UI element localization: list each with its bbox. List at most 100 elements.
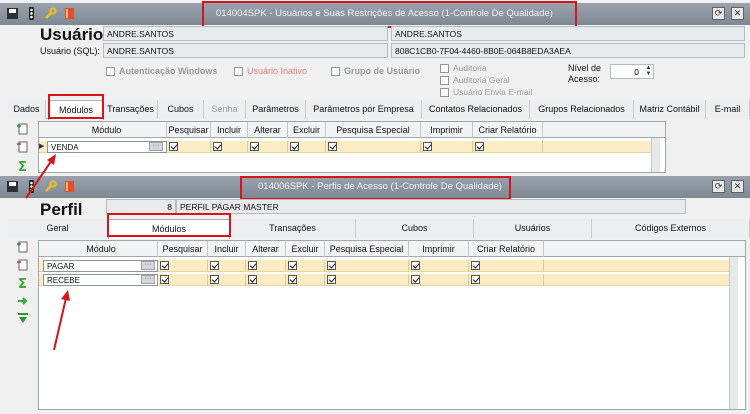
title-highlight xyxy=(202,1,577,28)
tab-contatos[interactable]: Contatos Relacionados xyxy=(422,100,530,119)
traffic-light-icon[interactable] xyxy=(25,180,38,193)
remove-row-icon[interactable] xyxy=(16,258,30,272)
col-excluir[interactable]: Excluir xyxy=(286,241,325,257)
refresh-button[interactable]: ⟳ xyxy=(712,180,725,193)
col-pesquisar[interactable]: Pesquisar xyxy=(158,241,208,257)
remove-row-icon[interactable] xyxy=(16,140,30,154)
close-button[interactable]: ✕ xyxy=(731,180,744,193)
pesquisar-checkbox[interactable] xyxy=(160,275,169,284)
excluir-checkbox[interactable] xyxy=(288,261,297,270)
tab-email[interactable]: E-mail xyxy=(706,100,750,119)
profile-id-field[interactable]: 8 xyxy=(106,199,176,214)
audit-email-option[interactable]: Usuário Envia E-mail xyxy=(440,87,532,97)
col-incluir[interactable]: Incluir xyxy=(208,241,246,257)
grid-scrollbar[interactable] xyxy=(651,138,660,172)
incluir-checkbox[interactable] xyxy=(213,142,222,151)
criar-relatorio-checkbox[interactable] xyxy=(475,142,484,151)
col-criar-relatorio[interactable]: Criar Relatório xyxy=(469,241,544,257)
pesquisa-especial-checkbox[interactable] xyxy=(328,142,337,151)
col-incluir[interactable]: Incluir xyxy=(211,122,248,138)
pesquisa-especial-checkbox[interactable] xyxy=(327,275,336,284)
dropdown-button[interactable]: ··· xyxy=(149,142,163,151)
traffic-light-icon[interactable] xyxy=(25,7,38,20)
col-alterar[interactable]: Alterar xyxy=(246,241,286,257)
alterar-checkbox[interactable] xyxy=(250,142,259,151)
grid-scrollbar[interactable] xyxy=(729,257,738,409)
login-field[interactable]: ANDRE.SANTOS xyxy=(103,26,388,41)
add-row-icon[interactable] xyxy=(16,240,30,254)
tab-matriz[interactable]: Matriz Contábil xyxy=(634,100,706,119)
tab-grupos[interactable]: Grupos Relacionados xyxy=(530,100,634,119)
group-checkbox[interactable] xyxy=(331,66,340,76)
pesquisa-especial-checkbox[interactable] xyxy=(327,261,336,270)
imprimir-checkbox[interactable] xyxy=(423,142,432,151)
col-modulo[interactable]: Módulo xyxy=(47,122,167,138)
alterar-checkbox[interactable] xyxy=(248,261,257,270)
tab-cubos[interactable]: Cubos xyxy=(158,100,204,119)
dropdown-button[interactable]: ··· xyxy=(141,261,155,270)
wrench-icon[interactable] xyxy=(44,7,57,20)
refresh-button[interactable]: ⟳ xyxy=(712,7,725,20)
save-icon[interactable] xyxy=(6,180,19,193)
sql-user-field[interactable]: ANDRE.SANTOS xyxy=(103,43,388,58)
guid-field[interactable]: 808C1CB0-7F04-4460-8B0E-064B8EDA3AEA xyxy=(391,43,745,58)
tab-parametros-empresa[interactable]: Parâmetros por Empresa xyxy=(306,100,422,119)
book-icon[interactable] xyxy=(63,180,76,193)
group-option[interactable]: Grupo de Usuário xyxy=(331,66,420,76)
col-alterar[interactable]: Alterar xyxy=(248,122,288,138)
audit-checkbox[interactable] xyxy=(440,63,449,73)
audit-option[interactable]: Auditoria xyxy=(440,63,487,73)
pesquisar-checkbox[interactable] xyxy=(169,142,178,151)
save-icon[interactable] xyxy=(6,7,19,20)
col-pesquisa-especial[interactable]: Pesquisa Especial xyxy=(326,122,421,138)
criar-relatorio-checkbox[interactable] xyxy=(471,275,480,284)
pesquisar-checkbox[interactable] xyxy=(160,261,169,270)
tab-geral[interactable]: Geral xyxy=(8,219,108,238)
col-excluir[interactable]: Excluir xyxy=(288,122,326,138)
audit-general-option[interactable]: Auditoria Geral xyxy=(440,75,510,85)
tab-codigos-externos[interactable]: Códigos Externos xyxy=(592,219,750,238)
col-modulo[interactable]: Módulo xyxy=(45,241,158,257)
col-criar-relatorio[interactable]: Criar Relatório xyxy=(473,122,543,138)
audit-email-checkbox[interactable] xyxy=(440,87,449,97)
tab-parametros[interactable]: Parâmetros xyxy=(246,100,306,119)
sum-icon[interactable]: Σ xyxy=(16,159,30,173)
alterar-checkbox[interactable] xyxy=(248,275,257,284)
table-row[interactable]: ▶ VENDA ··· xyxy=(39,141,651,153)
col-pesquisa-especial[interactable]: Pesquisa Especial xyxy=(325,241,409,257)
col-imprimir[interactable]: Imprimir xyxy=(409,241,469,257)
imprimir-checkbox[interactable] xyxy=(411,275,420,284)
inactive-option[interactable]: Usuário Inativo xyxy=(234,66,307,76)
tab-transacoes[interactable]: Transações xyxy=(230,219,356,238)
col-imprimir[interactable]: Imprimir xyxy=(421,122,473,138)
windows-auth-checkbox[interactable] xyxy=(106,66,115,76)
wrench-icon[interactable] xyxy=(44,180,57,193)
imprimir-checkbox[interactable] xyxy=(411,261,420,270)
audit-general-checkbox[interactable] xyxy=(440,75,449,85)
tab-usuarios[interactable]: Usuários xyxy=(474,219,592,238)
table-row[interactable]: RECEBE ··· xyxy=(39,274,729,286)
add-row-icon[interactable] xyxy=(16,122,30,136)
tab-transacoes[interactable]: Transações xyxy=(104,100,158,119)
level-spin-buttons[interactable]: ▲ ▼ xyxy=(644,65,653,78)
tab-senha[interactable]: Senha xyxy=(204,100,246,119)
export-icon[interactable] xyxy=(16,294,30,308)
move-down-icon[interactable] xyxy=(16,312,30,326)
profile-name-field[interactable]: PERFIL PAGAR MASTER xyxy=(176,199,686,214)
book-icon[interactable] xyxy=(63,7,76,20)
login-field-2[interactable]: ANDRE.SANTOS xyxy=(391,26,745,41)
excluir-checkbox[interactable] xyxy=(290,142,299,151)
windows-auth-option[interactable]: Autenticação Windows xyxy=(106,66,217,76)
criar-relatorio-checkbox[interactable] xyxy=(471,261,480,270)
excluir-checkbox[interactable] xyxy=(288,275,297,284)
inactive-checkbox[interactable] xyxy=(234,66,243,76)
dropdown-button[interactable]: ··· xyxy=(141,275,155,284)
col-pesquisar[interactable]: Pesquisar xyxy=(167,122,211,138)
sum-icon[interactable]: Σ xyxy=(16,276,30,290)
tab-dados[interactable]: Dados xyxy=(8,100,46,119)
table-row[interactable]: PAGAR ··· xyxy=(39,260,729,272)
incluir-checkbox[interactable] xyxy=(210,261,219,270)
incluir-checkbox[interactable] xyxy=(210,275,219,284)
tab-cubos[interactable]: Cubos xyxy=(356,219,474,238)
close-button[interactable]: ✕ xyxy=(731,7,744,20)
